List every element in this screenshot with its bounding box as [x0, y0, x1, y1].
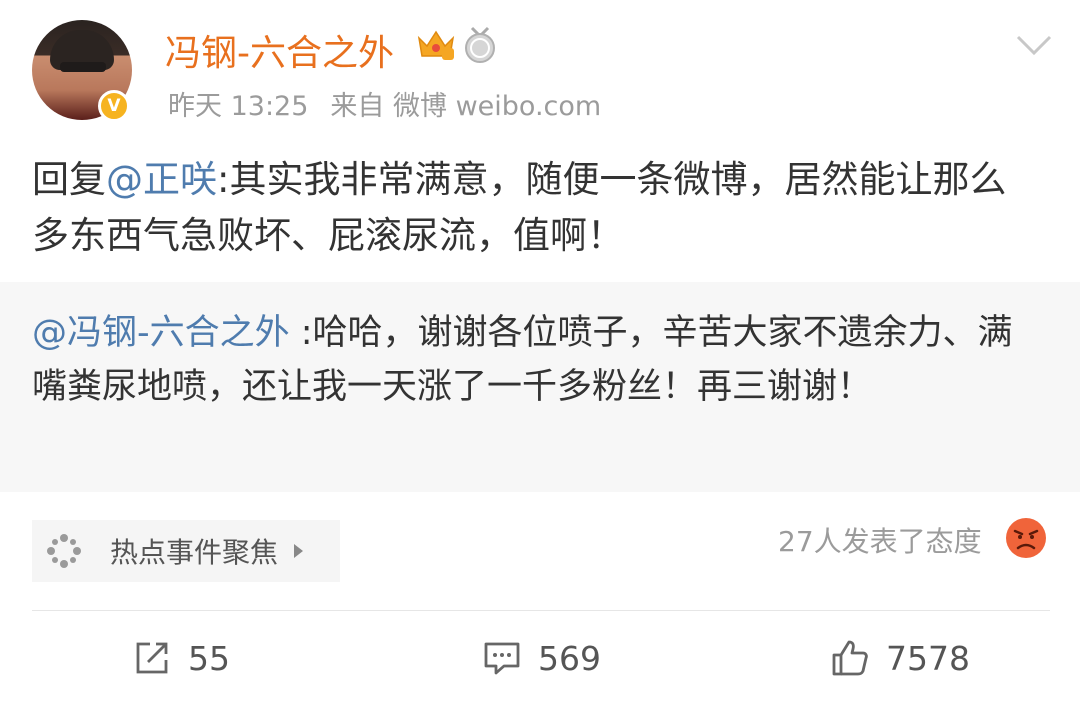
repost-icon — [136, 642, 168, 674]
topic-chip[interactable]: 热点事件聚焦 — [32, 520, 340, 582]
post-meta: 昨天 13:25 来自 微博 weibo.com — [168, 84, 601, 123]
angry-face-icon[interactable] — [1004, 516, 1048, 560]
comment-count: 569 — [538, 638, 601, 678]
chevron-right-icon — [294, 544, 304, 558]
topic-label: 热点事件聚焦 — [110, 536, 279, 569]
avatar[interactable]: V — [32, 20, 132, 122]
divider — [32, 610, 1050, 611]
comment-icon — [484, 642, 520, 675]
repost-text: @冯钢-六合之外 :哈哈，谢谢各位喷子，辛苦大家不遗余力、满嘴粪尿地喷，还让我一… — [32, 306, 1032, 414]
medal-icon — [465, 26, 495, 63]
repost-block[interactable]: @冯钢-六合之外 :哈哈，谢谢各位喷子，辛苦大家不遗余力、满嘴粪尿地喷，还让我一… — [0, 282, 1080, 492]
repost-count: 55 — [188, 638, 230, 678]
repost-mention-link[interactable]: @冯钢-六合之外 — [32, 313, 290, 353]
weibo-post-card: V 冯钢-六合之外 昨天 13:25 来自 微博 weibo.com 回复@正咲:… — [0, 0, 1080, 702]
verified-icon: V — [98, 90, 130, 122]
like-count: 7578 — [886, 638, 970, 678]
like-button[interactable]: 7578 — [830, 636, 970, 680]
comment-button[interactable]: 569 — [482, 636, 601, 680]
username[interactable]: 冯钢-六合之外 — [165, 24, 394, 76]
post-text: 回复@正咲:其实我非常满意，随便一条微博，居然能让那么多东西气急败坏、屁滚尿流，… — [32, 152, 1042, 264]
chevron-down-icon[interactable] — [1014, 32, 1054, 58]
post-time: 昨天 13:25 — [168, 91, 309, 122]
repost-button[interactable]: 55 — [132, 636, 230, 680]
reactions-summary[interactable]: 27人发表了态度 — [778, 520, 982, 560]
reply-prefix: 回复 — [32, 158, 106, 201]
like-icon — [832, 640, 868, 676]
topic-dots-icon — [47, 534, 81, 568]
post-source: 来自 微博 weibo.com — [330, 91, 602, 122]
crown-level-icon — [417, 30, 455, 60]
mention-link[interactable]: @正咲 — [106, 158, 217, 201]
